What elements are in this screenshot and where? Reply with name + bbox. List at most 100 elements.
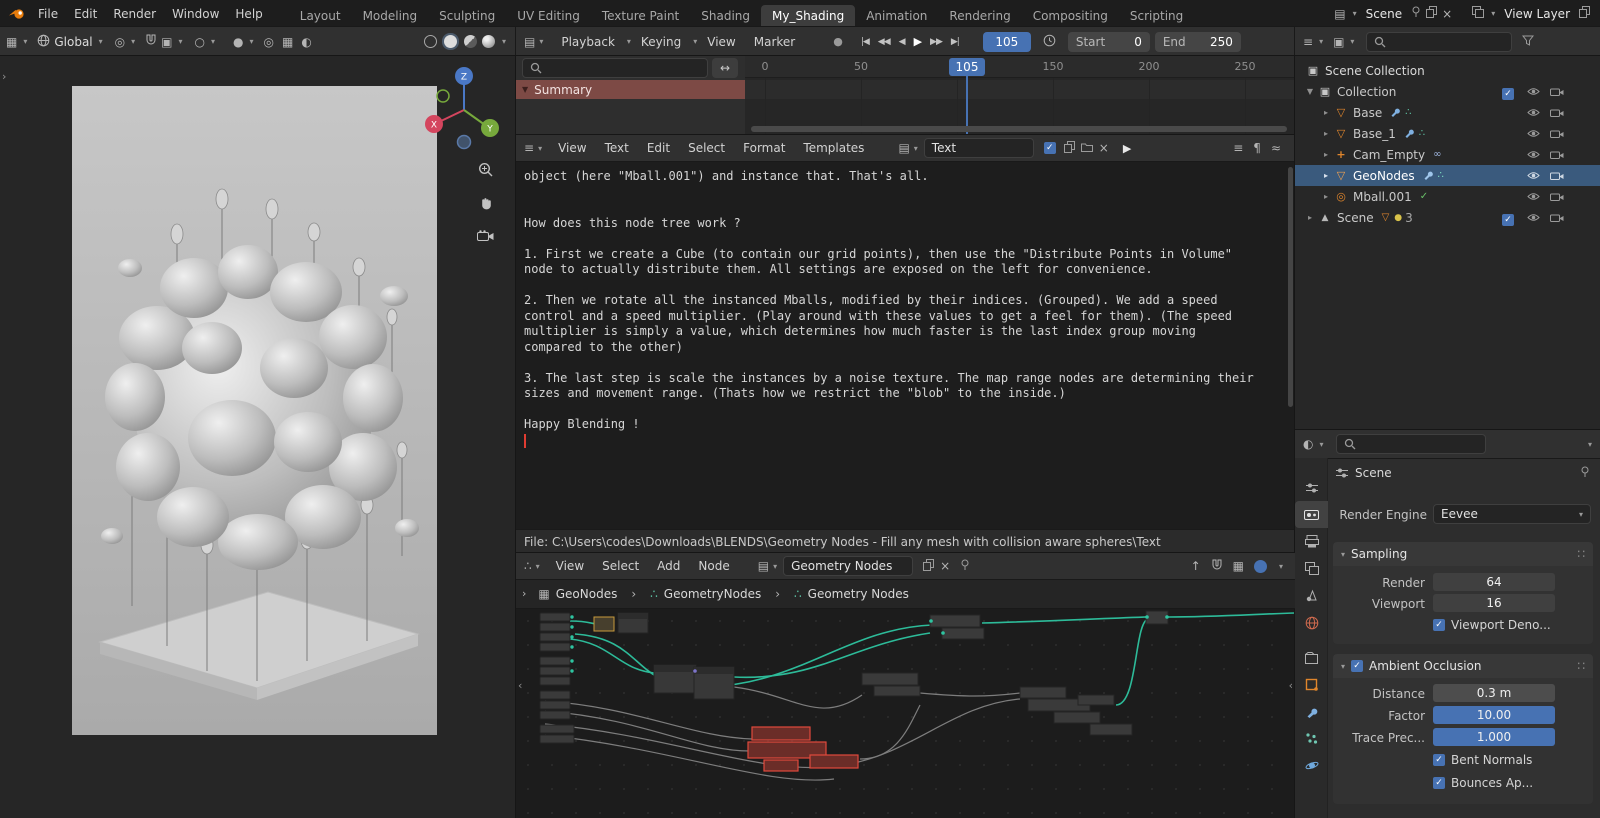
tab-shading[interactable]: Shading bbox=[690, 5, 761, 27]
snap-magnet-icon[interactable] bbox=[145, 34, 157, 49]
navigation-gizmo[interactable]: Z X Y bbox=[418, 62, 510, 154]
ao-trace-field[interactable]: 1.000 bbox=[1433, 728, 1555, 746]
breadcrumb-collapse-icon[interactable]: › bbox=[522, 587, 526, 600]
node-editor-icon[interactable]: ∴ bbox=[524, 559, 532, 573]
outliner-row-geonodes[interactable]: ▸ ▽ GeoNodes ∴ bbox=[1295, 165, 1600, 186]
render-engine-dropdown[interactable]: Eevee ▾ bbox=[1433, 504, 1591, 524]
text-open-folder-icon[interactable] bbox=[1081, 141, 1093, 155]
menu-node[interactable]: Node bbox=[690, 559, 737, 573]
zoom-icon[interactable] bbox=[478, 162, 494, 181]
outliner-editor-chevron-icon[interactable]: ▾ bbox=[1319, 37, 1323, 46]
hide-eye-icon[interactable] bbox=[1527, 106, 1540, 120]
tab-scene[interactable] bbox=[1295, 582, 1328, 609]
node-overlap-icon[interactable]: ▦ bbox=[1233, 559, 1244, 573]
disable-render-camera-icon[interactable] bbox=[1550, 190, 1564, 204]
node-graph-background[interactable]: ‹ ‹ bbox=[516, 609, 1295, 818]
shading-preview-chevron-icon[interactable]: ▾ bbox=[1279, 562, 1283, 571]
tab-modifiers[interactable] bbox=[1295, 698, 1328, 725]
disable-render-camera-icon[interactable] bbox=[1550, 211, 1564, 225]
outliner-row-scene[interactable]: ▸ ▲ Scene ▽ ● 3 ✓ bbox=[1295, 207, 1600, 228]
properties-options-chevron-icon[interactable]: ▾ bbox=[1588, 440, 1592, 449]
tab-tool[interactable] bbox=[1295, 474, 1328, 501]
sampling-panel-header[interactable]: ▾ Sampling ∷ bbox=[1333, 542, 1593, 566]
playback-chevron-icon[interactable]: ▾ bbox=[627, 37, 631, 46]
summary-disclosure-icon[interactable]: ▼ bbox=[522, 85, 528, 94]
panel-disclosure-icon[interactable]: ▾ bbox=[1341, 550, 1345, 559]
panel-grip-icon[interactable]: ∷ bbox=[1577, 547, 1585, 561]
text-editor-scrollbar[interactable] bbox=[1288, 167, 1293, 407]
tab-collection[interactable] bbox=[1295, 644, 1328, 671]
disclosure-icon[interactable]: ▼ bbox=[1303, 87, 1317, 96]
context-pin-icon[interactable] bbox=[1580, 466, 1590, 481]
menu-keying[interactable]: Keying bbox=[633, 35, 689, 49]
nodetree-unlink-icon[interactable]: × bbox=[940, 559, 950, 573]
jump-to-end-button[interactable]: ▶| bbox=[951, 37, 959, 47]
proportional-edit-icon[interactable]: ○ bbox=[195, 35, 205, 49]
shading-rendered-button[interactable] bbox=[482, 35, 495, 48]
parent-tree-icon[interactable]: ↑ bbox=[1191, 559, 1201, 573]
breadcrumb-modifier[interactable]: GeometryNodes bbox=[664, 587, 761, 601]
panel-disclosure-icon[interactable]: ▾ bbox=[1341, 662, 1345, 671]
proportional-chevron-icon[interactable]: ▾ bbox=[211, 37, 215, 46]
hide-eye-icon[interactable] bbox=[1527, 85, 1540, 99]
tab-render[interactable] bbox=[1295, 501, 1328, 528]
region-collapse-left-icon[interactable]: ‹ bbox=[518, 679, 522, 692]
sampling-viewport-field[interactable]: 16 bbox=[1433, 594, 1555, 612]
snap-target-icon[interactable]: ▣ bbox=[161, 35, 172, 49]
properties-search-input[interactable] bbox=[1336, 434, 1486, 454]
bent-normals-checkbox[interactable]: ✓ bbox=[1433, 754, 1445, 766]
select-tool-chevron-icon[interactable]: ▾ bbox=[250, 37, 254, 46]
text-editor-body[interactable]: object (here "Mball.001") and instance t… bbox=[516, 161, 1295, 529]
menu-format[interactable]: Format bbox=[735, 141, 793, 155]
text-copy-icon[interactable] bbox=[1064, 141, 1075, 156]
line-numbers-toggle-icon[interactable]: ≡ bbox=[1233, 141, 1243, 155]
prev-keyframe-button[interactable]: ◀◀ bbox=[878, 37, 890, 47]
node-graph-canvas[interactable] bbox=[516, 609, 1295, 818]
scene-copy-icon[interactable] bbox=[1426, 6, 1437, 21]
shading-wireframe-button[interactable] bbox=[424, 35, 437, 48]
tab-physics[interactable] bbox=[1295, 752, 1328, 779]
summary-channel[interactable]: ▼ Summary bbox=[516, 80, 745, 99]
record-button[interactable]: ● bbox=[833, 35, 843, 48]
outliner-editor-icon[interactable]: ≡ bbox=[1303, 35, 1313, 49]
hide-eye-icon[interactable] bbox=[1527, 190, 1540, 204]
menu-view[interactable]: View bbox=[548, 559, 592, 573]
disable-render-camera-icon[interactable] bbox=[1550, 148, 1564, 162]
dopesheet-editor-icon[interactable]: ▤ bbox=[524, 35, 535, 49]
disclosure-icon[interactable]: ▸ bbox=[1319, 171, 1333, 180]
menu-file[interactable]: File bbox=[30, 7, 66, 21]
hide-eye-icon[interactable] bbox=[1527, 169, 1540, 183]
node-snap-magnet-icon[interactable] bbox=[1211, 559, 1223, 574]
blender-logo-icon[interactable] bbox=[8, 7, 26, 20]
viewport-3d[interactable]: › bbox=[0, 56, 516, 818]
tab-rendering[interactable]: Rendering bbox=[938, 5, 1021, 27]
exclude-checkbox[interactable]: ✓ bbox=[1502, 88, 1514, 100]
text-unlink-icon[interactable]: × bbox=[1099, 141, 1109, 155]
disclosure-icon[interactable]: ▸ bbox=[1319, 129, 1333, 138]
menu-select[interactable]: Select bbox=[594, 559, 647, 573]
channel-expand-button[interactable]: ↔ bbox=[712, 58, 738, 78]
shading-material-button[interactable] bbox=[464, 35, 477, 48]
outliner-display-chevron-icon[interactable]: ▾ bbox=[1350, 37, 1354, 46]
hide-eye-icon[interactable] bbox=[1527, 211, 1540, 225]
sampling-render-field[interactable]: 64 bbox=[1433, 573, 1555, 591]
scene-name[interactable]: Scene bbox=[1362, 7, 1407, 21]
tab-compositing[interactable]: Compositing bbox=[1022, 5, 1119, 27]
menu-text[interactable]: Text bbox=[597, 141, 637, 155]
frame-end-field[interactable]: End 250 bbox=[1155, 32, 1241, 52]
node-editor-chevron-icon[interactable]: ▾ bbox=[536, 562, 540, 571]
menu-window[interactable]: Window bbox=[164, 7, 227, 21]
scene-pin-icon[interactable] bbox=[1411, 6, 1421, 21]
text-browse-chevron-icon[interactable]: ▾ bbox=[914, 144, 918, 153]
pivot-chevron-icon[interactable]: ▾ bbox=[131, 37, 135, 46]
dopesheet-scrollbar[interactable] bbox=[751, 126, 1287, 132]
tab-animation[interactable]: Animation bbox=[855, 5, 938, 27]
scene-unlink-icon[interactable]: × bbox=[1442, 7, 1452, 21]
tab-uv-editing[interactable]: UV Editing bbox=[506, 5, 591, 27]
shading-chevron-icon[interactable]: ▾ bbox=[502, 37, 506, 46]
nodetree-datablock-name[interactable]: Geometry Nodes bbox=[783, 556, 913, 576]
dopesheet-editor-chevron-icon[interactable]: ▾ bbox=[539, 37, 543, 46]
tab-object[interactable] bbox=[1295, 671, 1328, 698]
use-preview-range-icon[interactable] bbox=[1043, 34, 1056, 50]
menu-render[interactable]: Render bbox=[105, 7, 164, 21]
